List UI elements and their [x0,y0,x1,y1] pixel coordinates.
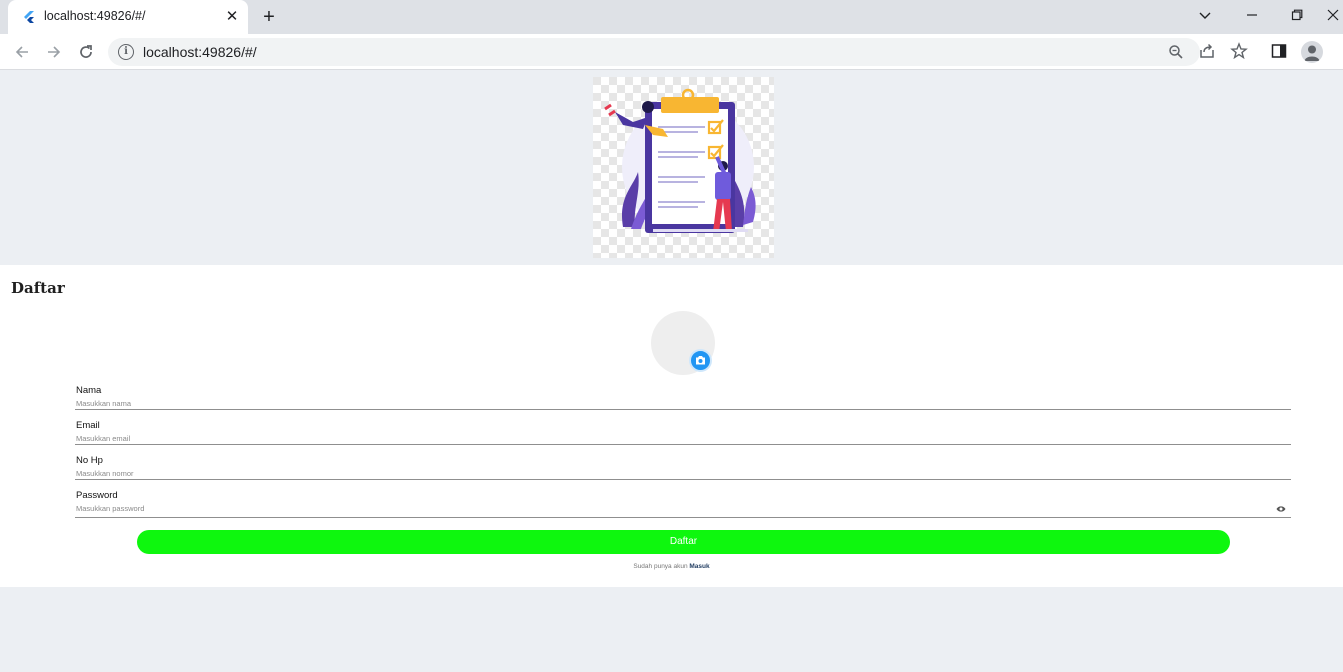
zoom-icon[interactable] [1166,42,1186,62]
close-tab-icon[interactable]: ✕ [222,7,242,27]
password-label: Password [76,490,118,501]
name-underline [75,409,1291,410]
page-title: Daftar [11,279,65,297]
login-prompt-row: Sudah punya akun Masuk [0,563,1343,570]
signup-illustration [593,77,774,258]
login-prompt-text: Sudah punya akun [633,563,688,570]
name-label: Nama [76,385,102,396]
email-underline [75,444,1291,445]
minimize-icon[interactable] [1237,4,1267,26]
forward-icon[interactable] [41,39,67,65]
browser-toolbar: i localhost:49826/#/ [0,34,1343,70]
camera-icon[interactable] [689,349,712,372]
star-icon[interactable] [1230,42,1250,62]
eye-icon[interactable] [1276,505,1286,513]
phone-underline [75,479,1291,480]
tab-strip: localhost:49826/#/ ✕ + [0,0,1343,34]
password-underline [75,517,1291,518]
phone-label: No Hp [76,455,103,466]
back-icon[interactable] [9,39,35,65]
reload-icon[interactable] [73,39,99,65]
restore-icon[interactable] [1282,4,1312,26]
flutter-icon [24,11,34,23]
phone-input[interactable] [75,467,1275,479]
share-icon[interactable] [1198,42,1218,62]
browser-tab[interactable]: localhost:49826/#/ ✕ [8,0,248,34]
tab-title: localhost:49826/#/ [44,9,146,23]
register-card: Daftar Nama Email No Hp Password Daftar … [0,265,1343,587]
email-label: Email [76,420,100,431]
url-text[interactable]: localhost:49826/#/ [143,44,257,60]
tab-search-icon[interactable] [1190,4,1220,26]
email-input[interactable] [75,432,1275,444]
password-input[interactable] [75,502,1275,514]
name-input[interactable] [75,397,1275,409]
close-window-icon[interactable] [1323,4,1343,26]
sidepanel-icon[interactable] [1270,42,1290,62]
register-button[interactable]: Daftar [137,530,1230,554]
address-bar[interactable]: i localhost:49826/#/ [108,38,1200,66]
login-link[interactable]: Masuk [689,563,709,570]
profile-icon[interactable] [1301,41,1323,63]
new-tab-button[interactable]: + [258,6,280,28]
info-icon[interactable]: i [118,44,134,60]
